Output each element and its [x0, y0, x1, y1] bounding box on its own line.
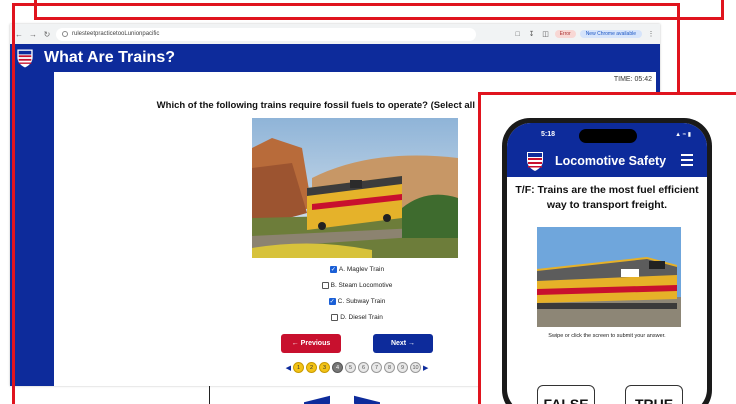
signal-wifi-battery-icon: ▲ ≈ ▮ — [675, 132, 691, 138]
dynamic-island — [579, 129, 637, 143]
true-button[interactable]: TRUE — [625, 385, 683, 404]
phone-app-title: Locomotive Safety — [555, 154, 667, 168]
phone-device: 5:18 ▲ ≈ ▮ Locomotive Safety T/F: Trains… — [502, 118, 712, 404]
phone-status-bar: 5:18 ▲ ≈ ▮ — [507, 123, 707, 145]
divider-line — [209, 386, 210, 404]
phone-app-header: Locomotive Safety — [507, 145, 707, 177]
phone-question: T/F: Trains are the most fuel efficient … — [515, 184, 699, 212]
status-time: 5:18 — [541, 131, 556, 138]
screenshot-stage: ← → ↻ rulesteetpracticetooLunionpacific … — [0, 0, 736, 404]
phone-screen: 5:18 ▲ ≈ ▮ Locomotive Safety T/F: Trains… — [507, 123, 707, 404]
swipe-instruction: Swipe or click the screen to submit your… — [548, 333, 666, 339]
false-button[interactable]: FALSE — [537, 385, 595, 404]
passenger-train-photo — [537, 227, 681, 327]
hamburger-menu-icon[interactable] — [681, 154, 693, 169]
union-pacific-shield-icon — [527, 152, 543, 171]
